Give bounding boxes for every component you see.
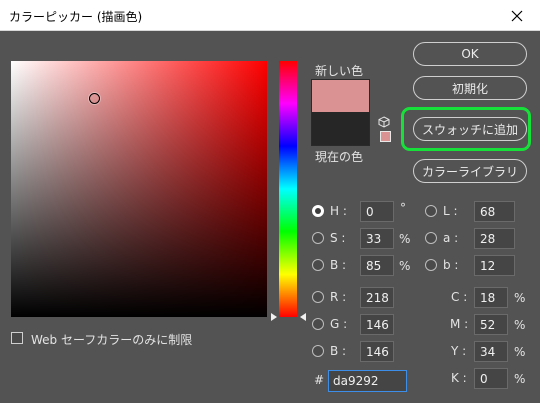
web-safe-label: Web セーフカラーのみに制限 <box>31 333 193 347</box>
color-field[interactable] <box>11 61 267 317</box>
k-label: K : <box>451 371 467 385</box>
current-color-swatch[interactable] <box>311 112 370 146</box>
y-field[interactable]: 34 <box>474 341 508 362</box>
current-color-label: 現在の色 <box>315 150 364 164</box>
rgb-b-label: B : <box>330 344 347 358</box>
c-label: C : <box>451 290 468 304</box>
b-label: B : <box>330 258 347 272</box>
y-unit: % <box>514 345 526 359</box>
ok-button[interactable]: OK <box>413 42 527 66</box>
h-label: H : <box>330 204 347 218</box>
radio-a[interactable] <box>425 232 437 244</box>
r-label: R : <box>330 290 347 304</box>
c-field[interactable]: 18 <box>474 287 508 308</box>
hex-label: # <box>314 373 325 387</box>
h-field[interactable]: 0 <box>360 201 394 222</box>
g-field[interactable]: 146 <box>360 314 394 335</box>
new-color-label: 新しい色 <box>315 64 364 78</box>
radio-s[interactable] <box>312 232 324 244</box>
title-bar: カラーピッカー (描画色) <box>0 0 540 31</box>
m-label: M : <box>450 317 469 331</box>
hue-slider-handle-left[interactable] <box>271 313 277 321</box>
hue-slider[interactable] <box>279 61 297 317</box>
s-label: S : <box>330 231 346 245</box>
b-field[interactable]: 85 <box>360 255 394 276</box>
web-safe-checkbox[interactable] <box>11 332 23 344</box>
close-icon <box>511 10 523 21</box>
radio-l[interactable] <box>425 205 437 217</box>
gamut-warning-swatch[interactable] <box>380 131 391 142</box>
l-label: L : <box>443 204 458 218</box>
hex-field[interactable]: da9292 <box>328 370 407 392</box>
k-unit: % <box>514 372 526 386</box>
radio-h[interactable] <box>312 205 324 217</box>
m-field[interactable]: 52 <box>474 314 508 335</box>
m-unit: % <box>514 318 526 332</box>
new-color-swatch <box>311 79 370 112</box>
h-unit: ° <box>400 201 406 215</box>
c-unit: % <box>514 291 526 305</box>
color-libraries-button[interactable]: カラーライブラリ <box>413 159 527 183</box>
radio-rgb-b[interactable] <box>312 345 324 357</box>
radio-r[interactable] <box>312 291 324 303</box>
a-label: a : <box>443 231 459 245</box>
radio-b[interactable] <box>312 259 324 271</box>
close-button[interactable] <box>494 0 540 31</box>
reset-button[interactable]: 初期化 <box>413 76 527 100</box>
y-label: Y : <box>451 344 467 358</box>
lab-b-field[interactable]: 12 <box>474 255 515 276</box>
b-unit: % <box>399 259 411 273</box>
lab-b-label: b : <box>443 258 459 272</box>
window-title: カラーピッカー (描画色) <box>9 10 143 24</box>
s-field[interactable]: 33 <box>360 228 394 249</box>
radio-lab-b[interactable] <box>425 259 437 271</box>
radio-g[interactable] <box>312 318 324 330</box>
g-label: G : <box>330 317 348 331</box>
add-to-swatches-button[interactable]: スウォッチに追加 <box>413 117 527 141</box>
k-field[interactable]: 0 <box>474 368 508 389</box>
r-field[interactable]: 218 <box>360 287 394 308</box>
s-unit: % <box>399 232 411 246</box>
cube-icon[interactable] <box>378 116 390 128</box>
a-field[interactable]: 28 <box>474 228 515 249</box>
l-field[interactable]: 68 <box>474 201 515 222</box>
hue-slider-handle-right[interactable] <box>300 313 306 321</box>
rgb-b-field[interactable]: 146 <box>360 341 394 362</box>
